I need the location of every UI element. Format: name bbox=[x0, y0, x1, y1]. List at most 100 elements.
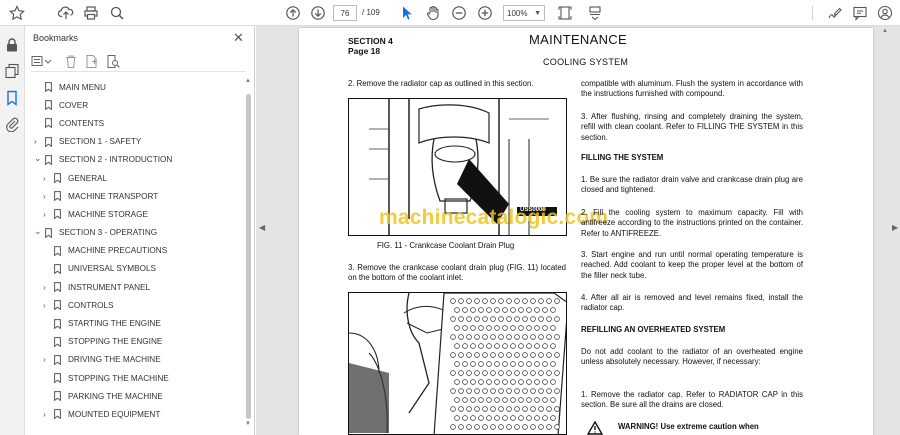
bookmark-item[interactable]: › SECTION 1 - SAFETY bbox=[25, 133, 245, 151]
upload-icon[interactable] bbox=[57, 4, 75, 22]
bookmark-label: MOUNTED EQUIPMENT bbox=[68, 409, 161, 419]
bookmark-item[interactable]: › GENERAL bbox=[25, 169, 245, 187]
watermark: machinecatalogic.com bbox=[379, 206, 609, 229]
chevron-right-icon[interactable]: › bbox=[43, 192, 51, 201]
lock-icon[interactable] bbox=[4, 37, 20, 53]
figure-12-image bbox=[348, 292, 567, 435]
bookmark-item[interactable]: › MACHINE TRANSPORT bbox=[25, 187, 245, 205]
close-icon[interactable]: ✕ bbox=[233, 30, 244, 46]
page-up-icon[interactable] bbox=[284, 4, 302, 22]
hand-icon[interactable] bbox=[424, 4, 442, 22]
page-subheading: COOLING SYSTEM bbox=[543, 57, 629, 67]
user-icon[interactable] bbox=[876, 4, 894, 22]
bookmark-item[interactable]: STARTING THE ENGINE bbox=[25, 314, 245, 332]
step-2-text: 2. Remove the radiator cap as outlined i… bbox=[348, 79, 534, 88]
attachment-icon[interactable] bbox=[4, 116, 20, 133]
para-compatible: compatible with aluminum. Flush the syst… bbox=[581, 79, 803, 99]
bookmarks-scrollbar[interactable]: ▲ ▼ bbox=[244, 78, 252, 430]
bookmark-item[interactable]: MACHINE PRECAUTIONS bbox=[25, 242, 245, 260]
chevron-down-icon[interactable]: ⌄ bbox=[34, 226, 42, 237]
bookmark-label: DRIVING THE MACHINE bbox=[68, 355, 161, 365]
page-down-icon[interactable] bbox=[309, 4, 327, 22]
top-toolbar: 76 / 109 100% ▼ bbox=[0, 0, 900, 26]
page-total: / 109 bbox=[362, 8, 380, 17]
delete-icon[interactable] bbox=[63, 54, 79, 69]
bookmark-flag-icon bbox=[54, 409, 61, 420]
chevron-right-icon[interactable]: › bbox=[34, 137, 42, 146]
chevron-down-icon[interactable]: ⌄ bbox=[34, 153, 42, 164]
star-icon[interactable] bbox=[8, 4, 26, 22]
select-cursor-icon[interactable] bbox=[398, 4, 416, 22]
page-number-input[interactable]: 76 bbox=[333, 5, 357, 21]
bookmark-item[interactable]: › INSTRUMENT PANEL bbox=[25, 278, 245, 296]
expand-panel-icon[interactable]: ▶ bbox=[892, 223, 898, 232]
bookmark-flag-icon bbox=[54, 191, 61, 202]
bookmark-item[interactable]: ⌄ SECTION 3 - OPERATING bbox=[25, 224, 245, 242]
bookmark-flag-icon bbox=[54, 391, 61, 402]
zoom-level-select[interactable]: 100% ▼ bbox=[503, 5, 545, 21]
bookmark-label: CONTROLS bbox=[68, 300, 114, 310]
chevron-right-icon[interactable]: › bbox=[43, 410, 51, 419]
zoom-out-icon[interactable] bbox=[450, 4, 468, 22]
comment-icon[interactable] bbox=[851, 4, 869, 22]
options-menu-icon[interactable] bbox=[31, 54, 53, 69]
bookmark-item[interactable]: › MACHINE STORAGE bbox=[25, 205, 245, 223]
bookmark-item[interactable]: UNIVERSAL SYMBOLS bbox=[25, 260, 245, 278]
bookmark-flag-icon bbox=[54, 209, 61, 220]
warning-icon bbox=[587, 421, 603, 435]
heading-filling-system: FILLING THE SYSTEM bbox=[581, 153, 664, 162]
bookmark-item[interactable]: COVER bbox=[25, 96, 245, 114]
chevron-right-icon[interactable]: › bbox=[43, 210, 51, 219]
bookmark-label: MACHINE TRANSPORT bbox=[68, 191, 159, 201]
scroll-up-icon[interactable]: ▲ bbox=[245, 78, 251, 84]
page-fit-icon[interactable] bbox=[556, 4, 574, 22]
bookmark-item[interactable]: STOPPING THE ENGINE bbox=[25, 333, 245, 351]
new-bookmark-icon[interactable] bbox=[84, 54, 100, 69]
scroll-down-icon[interactable]: ▼ bbox=[245, 421, 251, 427]
chevron-down-icon: ▼ bbox=[534, 9, 541, 17]
chevron-right-icon[interactable]: › bbox=[43, 283, 51, 292]
heading-refilling: REFILLING AN OVERHEATED SYSTEM bbox=[581, 325, 726, 334]
bookmark-tree: MAIN MENU COVER CONTENTS › SECTION 1 - SAFET… bbox=[25, 78, 245, 424]
bookmark-label: CONTENTS bbox=[59, 118, 105, 128]
fill-step-4: 4. After all air is removed and level re… bbox=[581, 293, 803, 313]
bookmark-flag-icon bbox=[54, 245, 61, 256]
bookmark-item[interactable]: CONTENTS bbox=[25, 114, 245, 132]
page-label: Page 18 bbox=[348, 46, 381, 56]
chevron-right-icon[interactable]: › bbox=[43, 301, 51, 310]
toolbar-divider bbox=[812, 6, 813, 20]
scroll-up-icon[interactable]: ▲ bbox=[882, 28, 888, 34]
bookmark-icon[interactable] bbox=[4, 90, 20, 106]
bookmark-item[interactable]: › DRIVING THE MACHINE bbox=[25, 351, 245, 369]
bookmark-item[interactable]: › CONTROLS bbox=[25, 296, 245, 314]
bookmark-label: PARKING THE MACHINE bbox=[68, 391, 163, 401]
bookmark-item[interactable]: › MOUNTED EQUIPMENT bbox=[25, 405, 245, 423]
zoom-in-icon[interactable] bbox=[476, 4, 494, 22]
bookmark-item[interactable]: PARKING THE MACHINE bbox=[25, 387, 245, 405]
bookmark-item[interactable]: STOPPING THE MACHINE bbox=[25, 369, 245, 387]
document-scrollbar[interactable]: ▲ bbox=[880, 28, 890, 435]
scroll-thumb[interactable] bbox=[246, 94, 251, 419]
chevron-right-icon[interactable]: › bbox=[43, 174, 51, 183]
collapse-panel-icon[interactable]: ◀ bbox=[259, 223, 265, 232]
zoom-search-icon[interactable] bbox=[108, 4, 126, 22]
bookmark-item[interactable]: MAIN MENU bbox=[25, 78, 245, 96]
fill-step-1: 1. Be sure the radiator drain valve and … bbox=[581, 175, 803, 195]
scroll-mode-icon[interactable] bbox=[586, 4, 604, 22]
pages-icon[interactable] bbox=[4, 63, 20, 79]
bookmark-label: STOPPING THE MACHINE bbox=[68, 373, 169, 383]
bookmark-item[interactable]: ⌄ SECTION 2 - INTRODUCTION bbox=[25, 151, 245, 169]
fill-step-2: 2. Fill the cooling system to maximum ca… bbox=[581, 208, 803, 238]
bookmark-flag-icon bbox=[54, 282, 61, 293]
sign-icon[interactable] bbox=[826, 4, 844, 22]
print-icon[interactable] bbox=[82, 4, 100, 22]
bookmark-label: MAIN MENU bbox=[59, 82, 106, 92]
bookmark-flag-icon bbox=[45, 136, 52, 147]
bookmark-label: STOPPING THE ENGINE bbox=[68, 337, 163, 347]
bookmark-flag-icon bbox=[45, 82, 52, 93]
fill-step-3: 3. Start engine and run until normal ope… bbox=[581, 250, 803, 280]
find-bookmark-icon[interactable] bbox=[105, 54, 121, 69]
bookmark-label: MACHINE PRECAUTIONS bbox=[68, 246, 168, 256]
bookmark-flag-icon bbox=[45, 118, 52, 129]
chevron-right-icon[interactable]: › bbox=[43, 355, 51, 364]
